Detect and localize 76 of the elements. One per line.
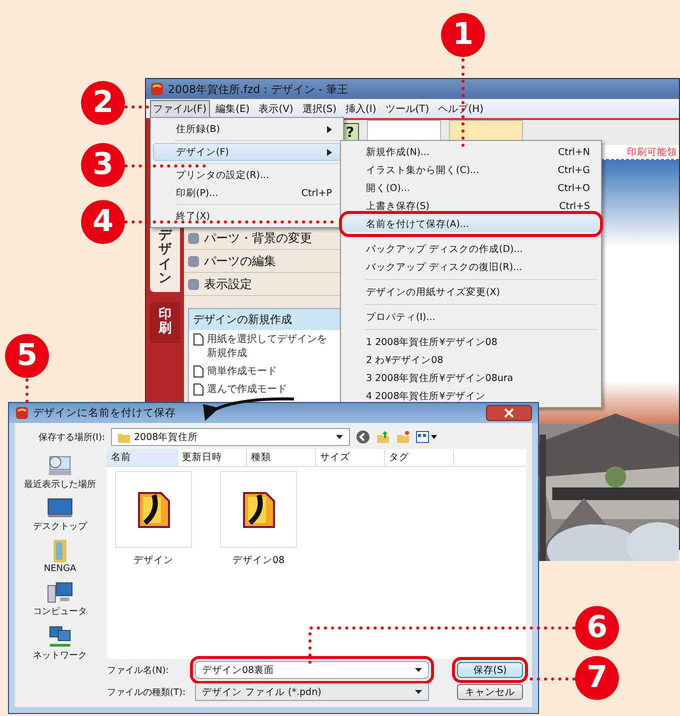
recent-places-icon xyxy=(46,453,74,477)
step-number: 4 xyxy=(81,200,125,244)
caret-icon xyxy=(415,690,422,694)
place-item[interactable]: デスクトップ xyxy=(33,497,87,533)
panel-link[interactable]: 選んで作成モード xyxy=(189,380,340,398)
place-item[interactable]: ネットワーク xyxy=(33,624,87,662)
brush-file-icon xyxy=(242,490,276,528)
app-icon xyxy=(150,82,164,96)
document-icon xyxy=(193,333,204,346)
menu-item[interactable]: 2 わ¥デザイン08 xyxy=(343,351,599,369)
menu-item[interactable]: 3 2008年賀住所¥デザイン08ura xyxy=(343,369,599,387)
location-label: 保存する場所(I): xyxy=(37,432,105,444)
caret-icon xyxy=(415,668,422,672)
column-header[interactable]: 名前 xyxy=(107,449,178,466)
menu-item[interactable]: 表示(V) xyxy=(256,100,296,118)
panel-title: デザインの新規作成 xyxy=(189,309,340,330)
dialog-title: デザインに名前を付けて保存 xyxy=(33,406,176,420)
menu-item[interactable]: デザイン(F) xyxy=(153,143,341,161)
close-icon[interactable] xyxy=(486,405,532,421)
column-header[interactable]: タグ xyxy=(385,449,454,466)
column-header[interactable]: サイズ xyxy=(316,449,385,466)
view-menu-icon[interactable] xyxy=(416,431,438,443)
menu-item[interactable]: 編集(E) xyxy=(212,100,253,118)
vertical-tab[interactable]: 印刷 xyxy=(150,302,180,343)
menu-item[interactable]: 開く(O)... Ctrl+O xyxy=(343,179,599,197)
computer-icon xyxy=(46,580,74,604)
menu-item[interactable]: バックアップ ディスクの作成(D)... xyxy=(343,240,599,258)
field-label: ファイルの種類(T): xyxy=(107,686,187,698)
menu-item[interactable]: 挿入(I) xyxy=(342,100,380,118)
new-folder-icon[interactable] xyxy=(396,430,410,444)
document-icon xyxy=(193,365,204,378)
panel-link[interactable]: 簡単作成モード xyxy=(189,362,340,380)
menu-item[interactable]: プロパティ(I)... xyxy=(343,308,599,326)
folder-icon xyxy=(118,432,130,442)
column-header[interactable]: 更新日時 xyxy=(178,449,247,466)
menu-item[interactable]: 4 2008年賀住所¥デザイン xyxy=(343,387,599,405)
place-item[interactable]: NENGA xyxy=(44,539,76,574)
step-number: 7 xyxy=(575,656,619,700)
menu-item[interactable]: バックアップ ディスクの復旧(R)... xyxy=(343,258,599,276)
folder-icon xyxy=(50,539,69,563)
menu-item[interactable]: プリンタの設定(R)... xyxy=(153,166,341,184)
file-type-dropdown[interactable]: デザイン ファイル (*.pdn) xyxy=(195,683,429,701)
cancel-button[interactable]: キャンセル xyxy=(457,684,523,700)
window-title: 2008年賀住所.fzd：デザイン - 筆王 xyxy=(168,82,348,96)
menu-item[interactable]: ファイル(F) xyxy=(150,100,210,118)
place-item[interactable]: 最近表示した場所 xyxy=(24,453,96,491)
menu-item[interactable]: ツール(T) xyxy=(382,100,432,118)
step-number: 3 xyxy=(81,143,125,187)
caret-icon xyxy=(336,435,343,439)
menu-item[interactable]: 住所録(B) xyxy=(153,120,341,138)
menu-item[interactable]: 名前を付けて保存(A)... xyxy=(343,215,599,233)
place-item[interactable]: コンピュータ xyxy=(33,580,87,618)
document-icon xyxy=(193,383,204,396)
location-dropdown[interactable]: 2008年賀住所 xyxy=(111,428,350,446)
brush-file-icon xyxy=(136,490,170,528)
menu-item[interactable]: イラスト集から開く(C)... Ctrl+G xyxy=(343,161,599,179)
step-number: 2 xyxy=(81,81,125,125)
menu-item[interactable]: 1 2008年賀住所¥デザイン08 xyxy=(343,333,599,351)
menu-item[interactable]: 選択(S) xyxy=(299,100,340,118)
step-number: 6 xyxy=(575,606,619,650)
leader-line xyxy=(528,678,576,680)
back-icon[interactable] xyxy=(356,430,370,444)
menu-item[interactable]: デザインの用紙サイズ変更(X) xyxy=(343,283,599,301)
menu-item[interactable]: 上書き保存(S) Ctrl+S xyxy=(343,197,599,215)
up-folder-icon[interactable] xyxy=(376,430,390,444)
panel-link[interactable]: 用紙を選択してデザインを新規作成 xyxy=(189,330,340,362)
menu-item[interactable]: 新規作成(N)... Ctrl+N xyxy=(343,143,599,161)
desktop-icon xyxy=(46,497,74,519)
menu-item[interactable]: 印刷(P)... Ctrl+P xyxy=(153,184,341,202)
step-number: 5 xyxy=(5,334,49,378)
field-label: ファイル名(N): xyxy=(107,664,170,676)
menu-item[interactable]: 終了(X) xyxy=(153,207,341,225)
app-icon xyxy=(15,406,29,420)
print-area-label: 印刷可能領 xyxy=(627,146,678,159)
step-number: 1 xyxy=(441,13,485,57)
column-header[interactable]: 種類 xyxy=(247,449,316,466)
